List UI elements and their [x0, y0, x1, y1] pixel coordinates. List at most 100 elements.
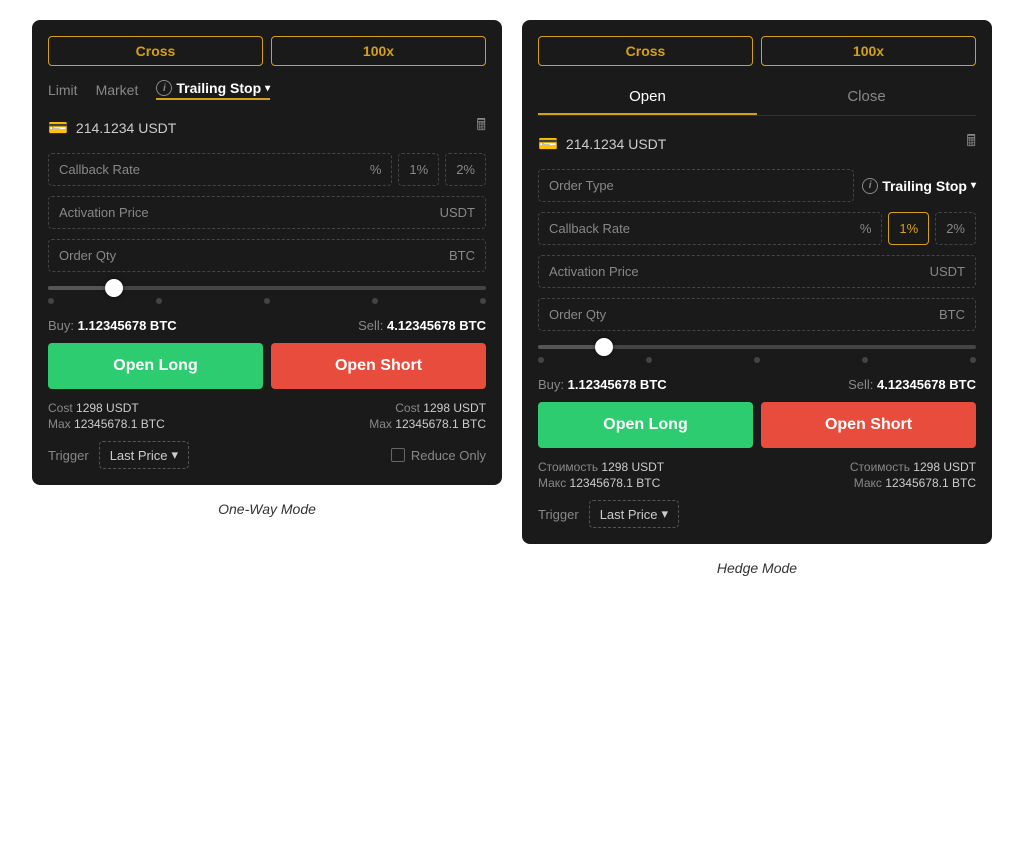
trailing-stop-label-hedge: Trailing Stop [882, 178, 967, 194]
buy-sell-row-oneway: Buy: 1.12345678 BTC Sell: 4.12345678 BTC [48, 318, 486, 333]
callback-rate-label-oneway: Callback Rate [59, 162, 140, 177]
slider-dot-h-4 [970, 357, 976, 363]
calculator-icon-hedge[interactable]: 🖩 [966, 130, 976, 157]
trigger-select-oneway[interactable]: Last Price ▾ [99, 441, 189, 469]
tab-open[interactable]: Open [538, 80, 757, 115]
cost-long-label-hedge: Стоимость 1298 USDT [538, 460, 664, 474]
cross-button-hedge[interactable]: Cross [538, 36, 753, 66]
slider-dots-hedge [538, 357, 976, 363]
cost-short-label-oneway: Cost 1298 USDT [369, 401, 486, 415]
buy-amount-oneway: Buy: 1.12345678 BTC [48, 318, 177, 333]
slider-hedge[interactable] [538, 345, 976, 363]
order-qty-label-oneway: Order Qty [59, 248, 116, 263]
activation-price-row-hedge: Activation Price USDT [538, 255, 976, 288]
buy-label-hedge: Buy: [538, 377, 564, 392]
activation-price-field-oneway[interactable]: Activation Price USDT [48, 196, 486, 229]
slider-thumb-oneway[interactable] [105, 279, 123, 297]
order-type-field-hedge[interactable]: Order Type [538, 169, 854, 202]
tab-close[interactable]: Close [757, 80, 976, 115]
pct-2-button-hedge[interactable]: 2% [935, 212, 976, 245]
order-qty-field-oneway[interactable]: Order Qty BTC [48, 239, 486, 272]
cost-max-short-oneway: Cost 1298 USDT Max 12345678.1 BTC [369, 401, 486, 431]
max-short-oneway: Max 12345678.1 BTC [369, 417, 486, 431]
callback-rate-field-hedge[interactable]: Callback Rate % [538, 212, 882, 245]
trailing-stop-label-text: Trailing Stop [176, 80, 261, 96]
balance-value-hedge: 214.1234 USDT [566, 136, 666, 152]
balance-value-oneway: 214.1234 USDT [76, 120, 176, 136]
balance-left-hedge: 💳 214.1234 USDT [538, 134, 666, 154]
trailing-stop-info-icon-hedge[interactable]: i [862, 178, 878, 194]
leverage-button-hedge[interactable]: 100x [761, 36, 976, 66]
activation-price-suffix-oneway: USDT [440, 205, 475, 220]
cross-button-oneway[interactable]: Cross [48, 36, 263, 66]
balance-row-oneway: 💳 214.1234 USDT 🖩 [48, 114, 486, 141]
callback-rate-field-oneway[interactable]: Callback Rate % [48, 153, 392, 186]
reduce-only-wrap: Reduce Only [391, 448, 486, 463]
leverage-button-oneway[interactable]: 100x [271, 36, 486, 66]
callback-rate-pct-oneway: % [370, 162, 382, 177]
max-long-oneway: Max 12345678.1 BTC [48, 417, 165, 431]
activation-price-field-hedge[interactable]: Activation Price USDT [538, 255, 976, 288]
max-long-hedge: Макс 12345678.1 BTC [538, 476, 664, 490]
buy-label-oneway: Buy: [48, 318, 74, 333]
hedge-tabs: Open Close [538, 80, 976, 116]
slider-thumb-hedge[interactable] [595, 338, 613, 356]
callback-rate-row-hedge: Callback Rate % 1% 2% [538, 212, 976, 245]
reduce-only-checkbox[interactable] [391, 448, 405, 462]
last-price-label-hedge: Last Price [600, 507, 658, 522]
sell-amount-oneway: Sell: 4.12345678 BTC [358, 318, 486, 333]
trigger-row-oneway: Trigger Last Price ▾ Reduce Only [48, 441, 486, 469]
panels-container: Cross 100x Limit Market i Trailing Stop … [32, 20, 992, 576]
order-qty-label-hedge: Order Qty [549, 307, 606, 322]
slider-dots-oneway [48, 298, 486, 304]
order-qty-row-hedge: Order Qty BTC [538, 298, 976, 331]
order-qty-field-hedge[interactable]: Order Qty BTC [538, 298, 976, 331]
cost-max-long-oneway: Cost 1298 USDT Max 12345678.1 BTC [48, 401, 165, 431]
callback-rate-row-oneway: Callback Rate % 1% 2% [48, 153, 486, 186]
cost-max-short-hedge: Стоимость 1298 USDT Макс 12345678.1 BTC [850, 460, 976, 490]
slider-oneway[interactable] [48, 286, 486, 304]
slider-track-oneway [48, 286, 486, 290]
order-type-row-oneway: Limit Market i Trailing Stop ▾ [48, 80, 486, 100]
slider-dot-0 [48, 298, 54, 304]
pct-1-button-hedge[interactable]: 1% [888, 212, 929, 245]
trigger-chevron-icon-hedge: ▾ [662, 506, 669, 522]
open-short-button-oneway[interactable]: Open Short [271, 343, 486, 389]
open-long-button-hedge[interactable]: Open Long [538, 402, 753, 448]
order-type-trailing-stop[interactable]: i Trailing Stop ▾ [156, 80, 270, 100]
trailing-stop-info-icon[interactable]: i [156, 80, 172, 96]
sell-label-hedge: Sell: [848, 377, 873, 392]
one-way-mode-label: One-Way Mode [218, 501, 316, 517]
top-controls-hedge: Cross 100x [538, 36, 976, 66]
trigger-chevron-icon: ▾ [172, 447, 179, 463]
open-short-button-hedge[interactable]: Open Short [761, 402, 976, 448]
calculator-icon-oneway[interactable]: 🖩 [476, 114, 486, 141]
open-long-button-oneway[interactable]: Open Long [48, 343, 263, 389]
hedge-mode-label: Hedge Mode [717, 560, 797, 576]
sell-value-hedge: 4.12345678 BTC [877, 377, 976, 392]
trigger-label-oneway: Trigger [48, 448, 89, 463]
order-qty-suffix-hedge: BTC [939, 307, 965, 322]
action-btns-oneway: Open Long Open Short [48, 343, 486, 389]
cost-max-long-hedge: Стоимость 1298 USDT Макс 12345678.1 BTC [538, 460, 664, 490]
reduce-only-label: Reduce Only [411, 448, 486, 463]
trailing-stop-select-hedge[interactable]: i Trailing Stop ▾ [862, 178, 976, 194]
callback-rate-label-hedge: Callback Rate [549, 221, 630, 236]
slider-dot-1 [156, 298, 162, 304]
action-btns-hedge: Open Long Open Short [538, 402, 976, 448]
order-type-limit[interactable]: Limit [48, 82, 78, 98]
trigger-select-hedge[interactable]: Last Price ▾ [589, 500, 679, 528]
order-qty-suffix-oneway: BTC [449, 248, 475, 263]
one-way-panel-wrapper: Cross 100x Limit Market i Trailing Stop … [32, 20, 502, 517]
callback-rate-pct-hedge: % [860, 221, 872, 236]
sell-label-oneway: Sell: [358, 318, 383, 333]
pct-2-button-oneway[interactable]: 2% [445, 153, 486, 186]
order-type-market[interactable]: Market [96, 82, 139, 98]
balance-left-oneway: 💳 214.1234 USDT [48, 118, 176, 138]
pct-1-button-oneway[interactable]: 1% [398, 153, 439, 186]
max-short-hedge: Макс 12345678.1 BTC [850, 476, 976, 490]
sell-value-oneway: 4.12345678 BTC [387, 318, 486, 333]
card-icon-oneway: 💳 [48, 118, 68, 138]
last-price-label-oneway: Last Price [110, 448, 168, 463]
trigger-label-hedge: Trigger [538, 507, 579, 522]
